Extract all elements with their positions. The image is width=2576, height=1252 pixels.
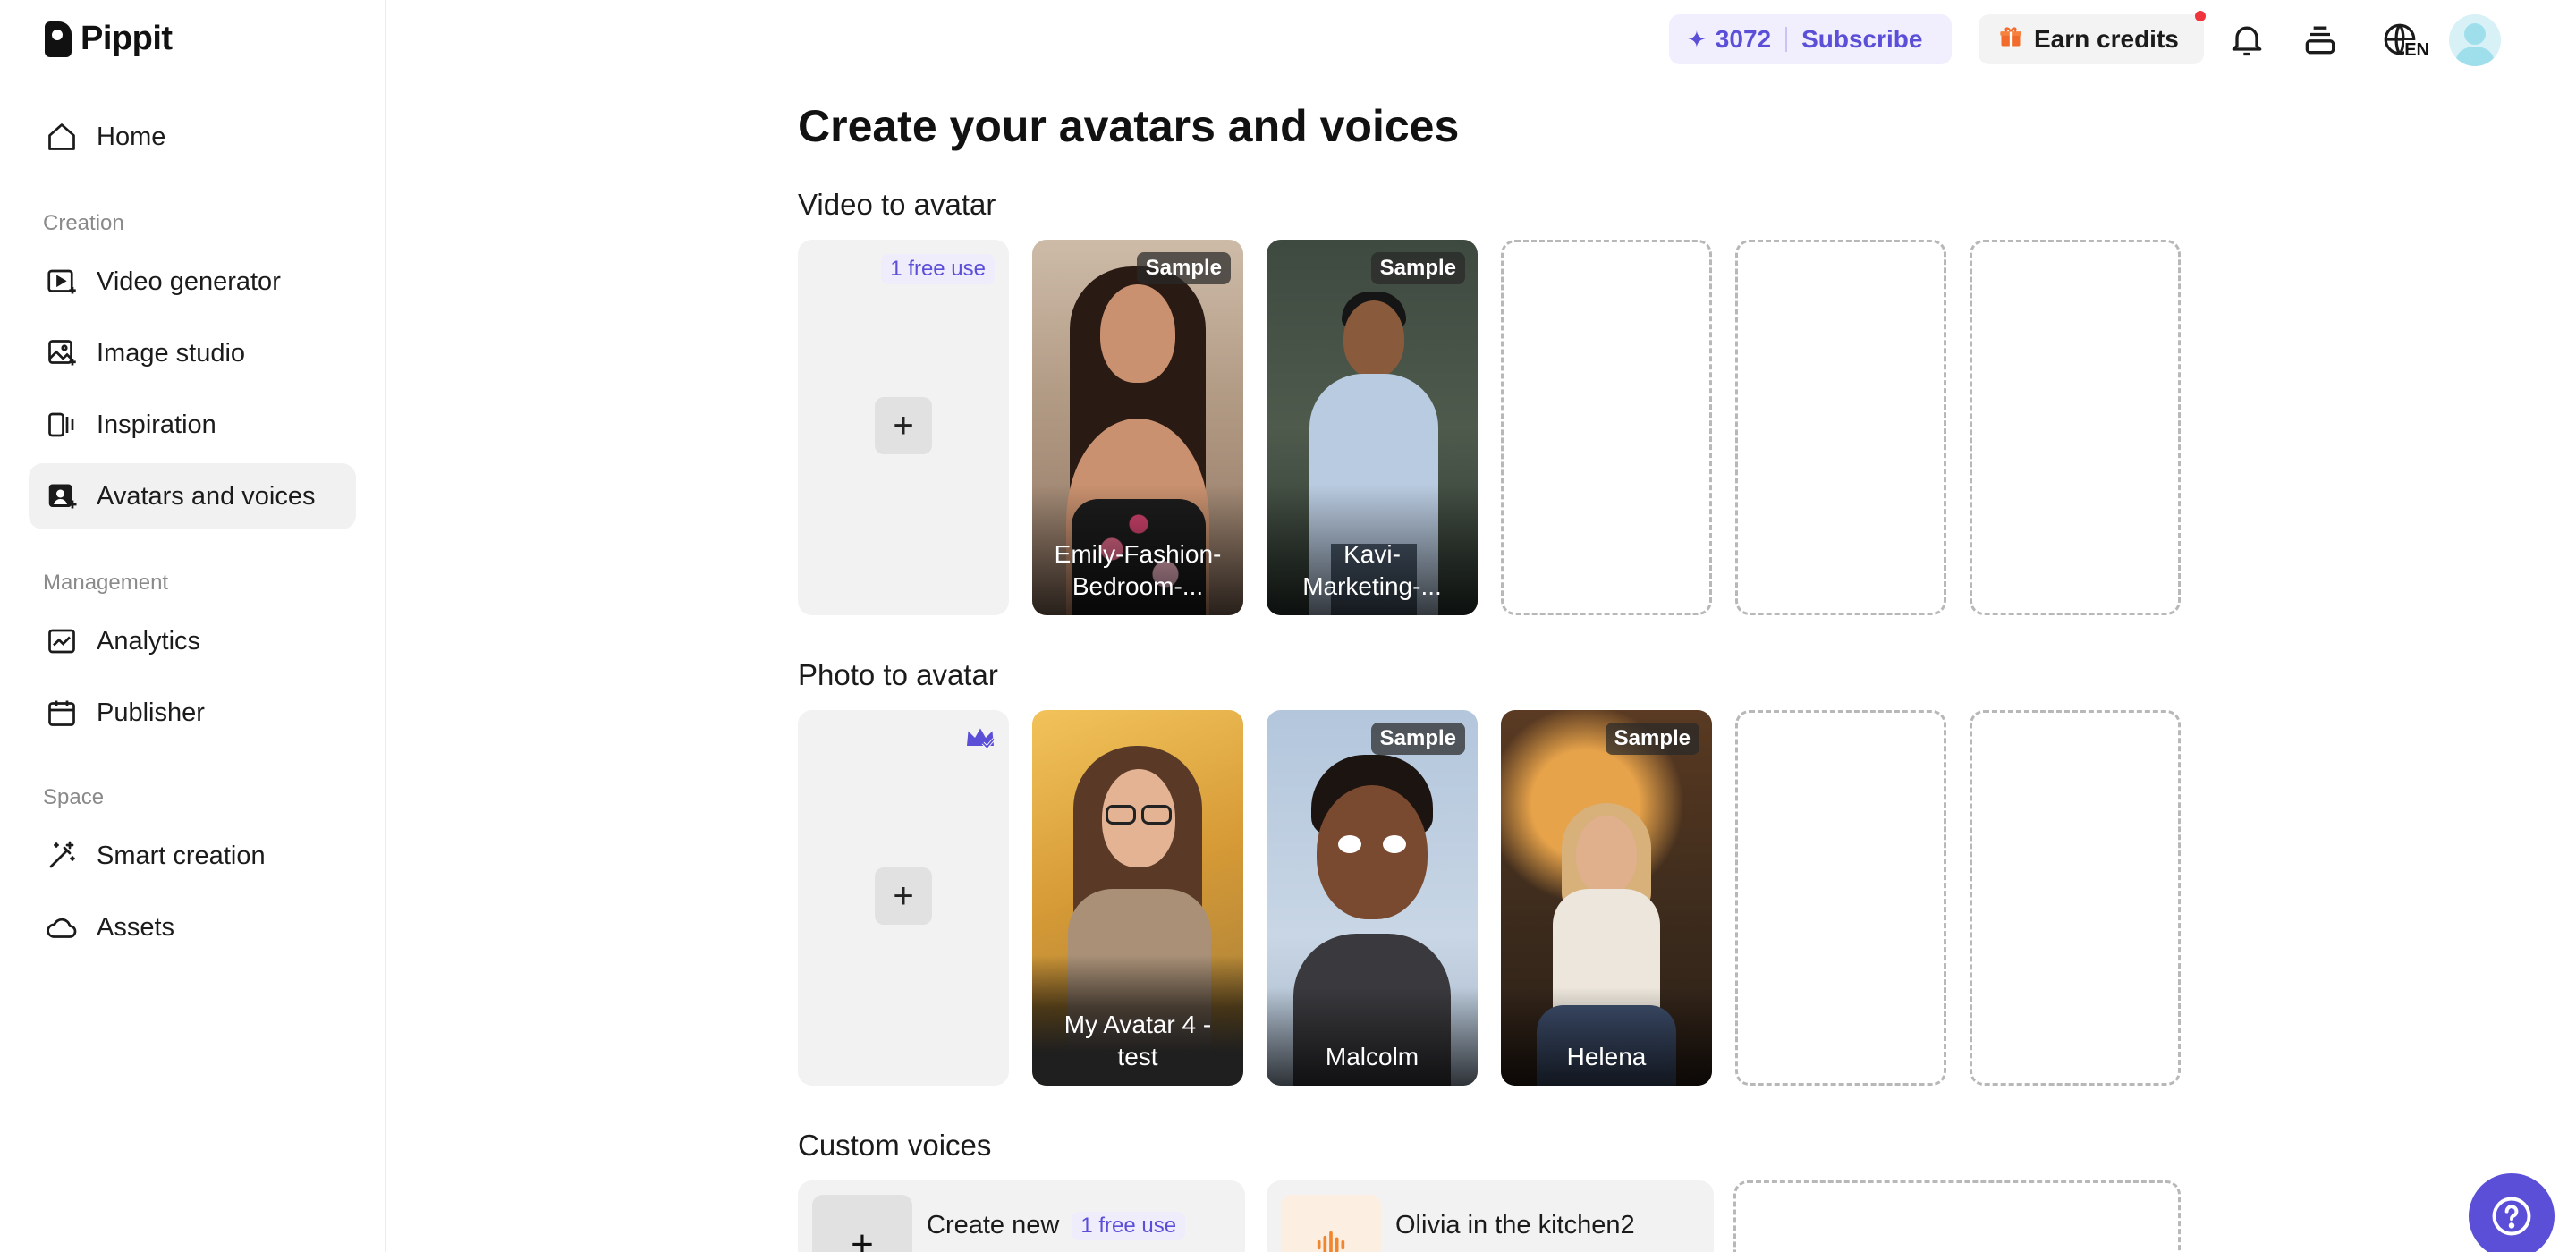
credits-subscribe-button[interactable]: ✦ 3072 Subscribe	[1669, 14, 1952, 64]
sidebar-item-label: Home	[97, 122, 166, 151]
cloud-icon	[45, 910, 79, 944]
section-title-video-to-avatar: Video to avatar	[798, 188, 996, 221]
avatar-name: Emily-Fashion-Bedroom-...	[1032, 485, 1243, 615]
home-icon	[45, 120, 79, 154]
section-label-space: Space	[43, 785, 105, 809]
inspiration-icon	[45, 408, 79, 442]
avatar-card-my-avatar-4[interactable]: My Avatar 4 - test	[1032, 710, 1243, 1086]
sample-badge: Sample	[1370, 252, 1465, 284]
sidebar-item-avatars-and-voices[interactable]: Avatars and voices	[29, 463, 356, 529]
empty-slot	[1970, 710, 2181, 1086]
brand-logo[interactable]: Pippit	[45, 20, 173, 58]
avatar-card-emily[interactable]: Sample Emily-Fashion-Bedroom-...	[1032, 240, 1243, 615]
create-voice-card[interactable]: + Create new 1 free use	[798, 1180, 1245, 1252]
sample-badge: Sample	[1136, 252, 1231, 284]
sidebar-item-image-studio[interactable]: Image studio	[29, 320, 356, 386]
calendar-icon	[45, 696, 79, 730]
image-studio-icon	[45, 336, 79, 370]
analytics-icon	[45, 624, 79, 658]
earn-credits-label: Earn credits	[2034, 25, 2179, 53]
section-title-custom-voices: Custom voices	[798, 1129, 992, 1162]
create-new-label: Create new	[927, 1211, 1060, 1239]
sample-badge: Sample	[1605, 723, 1699, 755]
avatar-name: Malcolm	[1267, 987, 1478, 1086]
avatar-name: Kavi-Marketing-...	[1267, 485, 1478, 615]
notification-dot	[2195, 11, 2206, 21]
sidebar-item-label: Avatars and voices	[97, 481, 316, 511]
help-button[interactable]	[2469, 1173, 2555, 1252]
create-voice-text: Create new 1 free use	[927, 1211, 1186, 1240]
sidebar-item-label: Image studio	[97, 338, 246, 368]
earn-credits-button[interactable]: Earn credits	[1979, 11, 2206, 64]
sidebar-item-smart-creation[interactable]: Smart creation	[29, 823, 356, 889]
sidebar-item-label: Inspiration	[97, 410, 216, 439]
voice-card-olivia[interactable]: Olivia in the kitchen2	[1267, 1180, 1714, 1252]
empty-voice-slot	[1733, 1180, 2181, 1252]
avatar-name: Helena	[1501, 987, 1712, 1086]
sidebar-item-video-generator[interactable]: Video generator	[29, 249, 356, 315]
sidebar-item-label: Smart creation	[97, 841, 266, 870]
sidebar: Pippit Home Creation Video generator Ima…	[0, 0, 386, 1252]
gift-icon	[1998, 24, 2023, 55]
create-photo-avatar-card[interactable]: +	[798, 710, 1009, 1086]
premium-crown-icon	[964, 724, 996, 751]
bell-icon[interactable]	[2224, 16, 2270, 63]
sidebar-item-assets[interactable]: Assets	[29, 894, 356, 960]
voice-name: Olivia in the kitchen2	[1395, 1211, 1635, 1239]
empty-slot	[1970, 240, 2181, 615]
sidebar-item-label: Video generator	[97, 266, 281, 296]
section-label-creation: Creation	[43, 211, 124, 235]
create-video-avatar-card[interactable]: 1 free use +	[798, 240, 1009, 615]
sidebar-item-label: Analytics	[97, 626, 201, 656]
avatars-and-voices-icon	[45, 479, 79, 513]
free-use-badge: 1 free use	[1072, 1211, 1186, 1240]
section-label-management: Management	[43, 571, 169, 595]
sidebar-item-publisher[interactable]: Publisher	[29, 680, 356, 746]
avatar-name: My Avatar 4 - test	[1032, 955, 1243, 1086]
brand-name: Pippit	[80, 20, 173, 57]
divider	[1785, 27, 1788, 52]
credits-count: 3072	[1715, 25, 1772, 53]
voice-waveform-icon	[1281, 1195, 1381, 1252]
empty-slot	[1735, 710, 1946, 1086]
language-code: EN	[2404, 40, 2429, 61]
plus-icon: +	[875, 867, 932, 925]
sidebar-item-analytics[interactable]: Analytics	[29, 608, 356, 674]
avatar-card-helena[interactable]: Sample Helena	[1501, 710, 1712, 1086]
empty-slot	[1501, 240, 1712, 615]
subscribe-label: Subscribe	[1801, 25, 1923, 53]
user-avatar[interactable]	[2449, 14, 2501, 66]
magic-wand-icon	[45, 839, 79, 873]
page-title: Create your avatars and voices	[798, 101, 1460, 151]
plus-icon: +	[875, 397, 932, 454]
help-question-icon	[2492, 1197, 2531, 1236]
sparkle-icon: ✦	[1687, 25, 1707, 53]
avatar-card-malcolm[interactable]: Sample Malcolm	[1267, 710, 1478, 1086]
video-generator-icon	[45, 265, 79, 299]
free-use-badge: 1 free use	[881, 254, 995, 284]
language-globe-icon[interactable]: EN	[2370, 16, 2429, 63]
voice-name-wrap: Olivia in the kitchen2	[1395, 1211, 1635, 1240]
inbox-stack-icon[interactable]	[2297, 16, 2343, 63]
pippit-logo-icon	[45, 21, 72, 57]
sidebar-item-home[interactable]: Home	[29, 104, 356, 170]
empty-slot	[1735, 240, 1946, 615]
sidebar-item-label: Publisher	[97, 698, 205, 727]
avatar-card-kavi[interactable]: Sample Kavi-Marketing-...	[1267, 240, 1478, 615]
section-title-photo-to-avatar: Photo to avatar	[798, 658, 998, 691]
sidebar-item-inspiration[interactable]: Inspiration	[29, 392, 356, 458]
sidebar-item-label: Assets	[97, 912, 175, 942]
sample-badge: Sample	[1370, 723, 1465, 755]
plus-icon: +	[812, 1195, 912, 1252]
